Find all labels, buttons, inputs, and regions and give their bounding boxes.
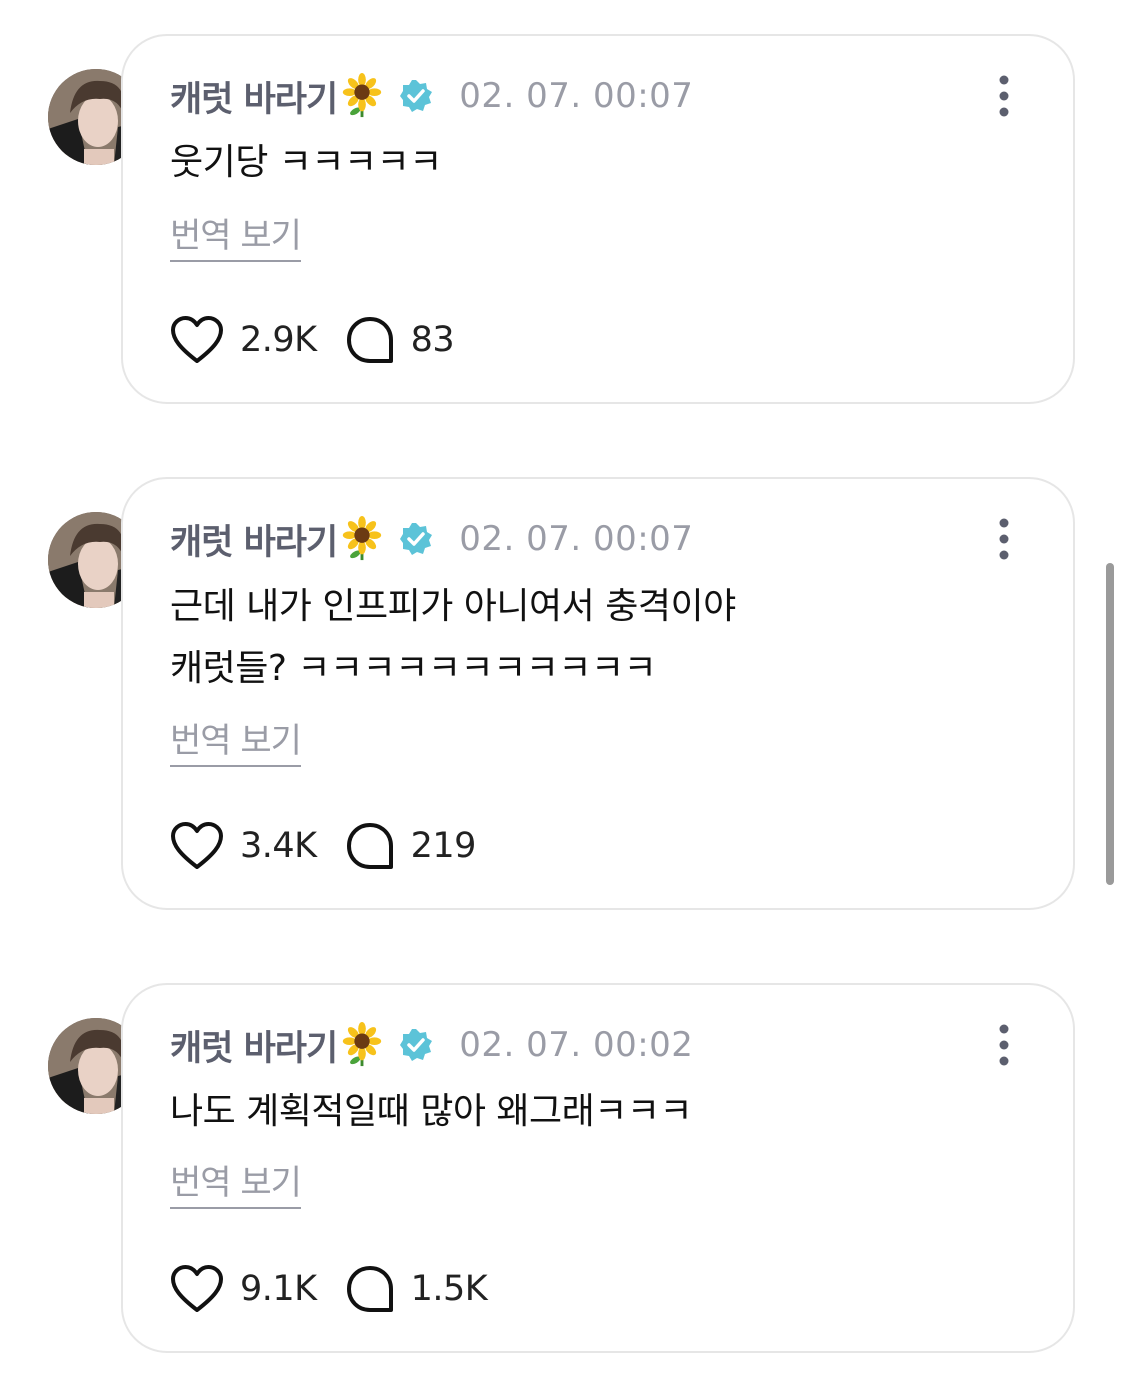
post-timestamp: 02. 07. 00:07 [459, 519, 694, 559]
reply-count: 83 [410, 320, 455, 360]
like-count: 3.4K [240, 826, 317, 866]
more-vertical-icon[interactable] [997, 1023, 1011, 1067]
verified-badge-icon [400, 1029, 433, 1061]
reply-button[interactable]: 219 [345, 821, 476, 871]
post-card[interactable]: 캐럿 바라기 02. 07. 00:02 나도 계획적일때 많아 왜그래ㅋㅋㅋ … [121, 983, 1075, 1353]
verified-badge-icon [400, 80, 433, 112]
more-vertical-icon[interactable] [997, 74, 1011, 118]
post-card[interactable]: 캐럿 바라기 02. 07. 00:07 근데 내가 인프피가 아니여서 충격이… [121, 477, 1075, 910]
post-text: 웃기당 ㅋㅋㅋㅋㅋ [170, 142, 442, 183]
sunflower-emoji-icon [343, 73, 382, 118]
post-header: 캐럿 바라기 02. 07. 00:02 [170, 1019, 693, 1071]
reply-count: 1.5K [410, 1269, 488, 1309]
reply-button[interactable]: 1.5K [345, 1264, 488, 1314]
reply-bubble-icon [346, 317, 393, 363]
post-actions: 2.9K 83 [170, 312, 482, 368]
sunflower-emoji-icon [343, 1022, 382, 1067]
heart-icon [171, 1265, 223, 1312]
sunflower-emoji-icon [343, 516, 382, 561]
translate-link[interactable]: 번역 보기 [170, 719, 302, 767]
author-name[interactable]: 캐럿 바라기 [170, 71, 338, 122]
post-actions: 9.1K 1.5K [170, 1261, 515, 1317]
like-button[interactable]: 9.1K [170, 1264, 317, 1314]
like-count: 9.1K [240, 1269, 317, 1309]
like-count: 2.9K [240, 320, 317, 360]
scrollbar[interactable] [1106, 563, 1114, 885]
heart-icon [171, 316, 223, 363]
post-text: 근데 내가 인프피가 아니여서 충격이야 캐럿들? ㅋㅋㅋㅋㅋㅋㅋㅋㅋㅋㅋ [170, 586, 736, 689]
post-timestamp: 02. 07. 00:07 [459, 76, 694, 116]
author-name[interactable]: 캐럿 바라기 [170, 514, 338, 565]
author-name[interactable]: 캐럿 바라기 [170, 1020, 338, 1071]
translate-link[interactable]: 번역 보기 [170, 214, 302, 262]
reply-count: 219 [410, 826, 477, 866]
post-text: 나도 계획적일때 많아 왜그래ㅋㅋㅋ [170, 1091, 693, 1132]
like-button[interactable]: 2.9K [170, 315, 317, 365]
reply-bubble-icon [346, 823, 393, 869]
verified-badge-icon [400, 523, 433, 555]
post-actions: 3.4K 219 [170, 818, 504, 874]
heart-icon [171, 822, 223, 869]
like-button[interactable]: 3.4K [170, 821, 317, 871]
post-card[interactable]: 캐럿 바라기 02. 07. 00:07 웃기당 ㅋㅋㅋㅋㅋ 번역 보기 2.9… [121, 34, 1075, 404]
translate-link[interactable]: 번역 보기 [170, 1161, 302, 1209]
post-header: 캐럿 바라기 02. 07. 00:07 [170, 70, 693, 122]
more-vertical-icon[interactable] [997, 517, 1011, 561]
post-timestamp: 02. 07. 00:02 [459, 1025, 694, 1065]
post-header: 캐럿 바라기 02. 07. 00:07 [170, 513, 693, 565]
reply-button[interactable]: 83 [345, 315, 455, 365]
reply-bubble-icon [346, 1266, 393, 1312]
